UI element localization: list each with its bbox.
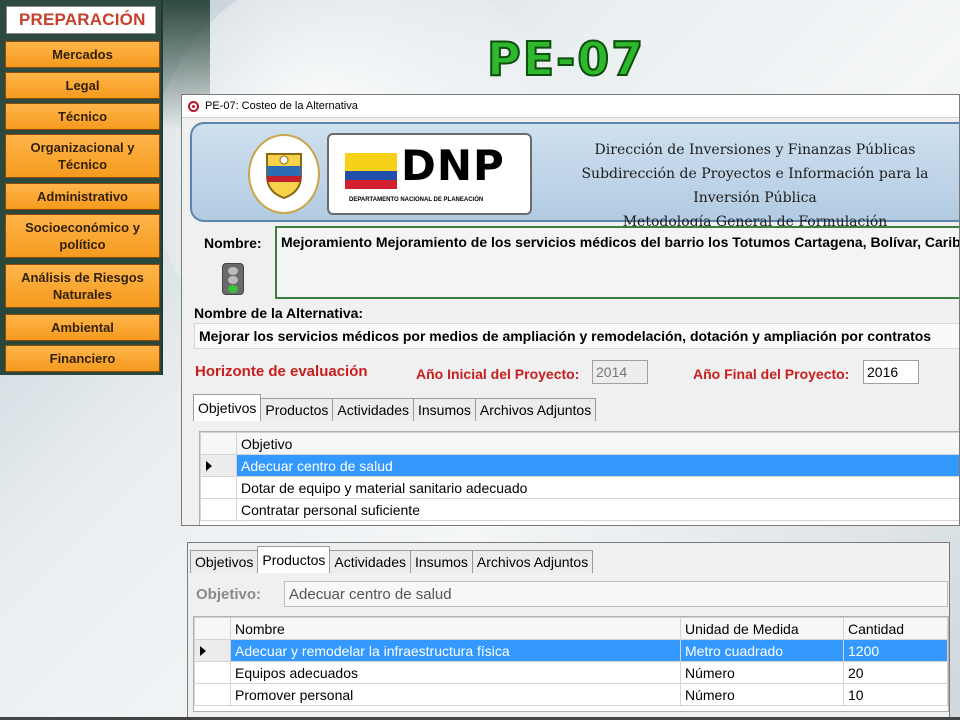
sidebar-item-riesgos[interactable]: Análisis de Riesgos Naturales: [5, 264, 160, 308]
objetivo-cell[interactable]: Adecuar centro de salud: [236, 454, 959, 477]
productos-grid: Nombre Unidad de Medida Cantidad Adecuar…: [193, 616, 949, 712]
window-titlebar: PE-07: Costeo de la Alternativa: [182, 95, 959, 118]
row-selector[interactable]: [194, 639, 231, 662]
header-banner: DNP DEPARTAMENTO NACIONAL DE PLANEACIÓN …: [190, 122, 959, 230]
sidebar-item-legal[interactable]: Legal: [5, 72, 160, 99]
dnp-logo-text: DNP: [401, 141, 505, 190]
row-selector[interactable]: [194, 661, 231, 684]
tab-objetivos-2[interactable]: Objetivos: [190, 550, 259, 573]
objetivo-cell[interactable]: Contratar personal suficiente: [236, 498, 959, 521]
unidad-cell[interactable]: Número: [680, 661, 844, 684]
table-row[interactable]: Equipos adecuados Número 20: [194, 661, 948, 684]
unidad-cell[interactable]: Número: [680, 683, 844, 706]
grid-header-row: Objetivo: [200, 432, 959, 455]
tab-productos[interactable]: Productos: [260, 398, 334, 421]
traffic-light-icon: [222, 263, 244, 295]
nombre-field[interactable]: Mejoramiento Mejoramiento de los servici…: [275, 226, 959, 299]
cantidad-cell[interactable]: 20: [843, 661, 948, 684]
nombre-label: Nombre:: [204, 235, 262, 251]
colombia-crest-icon: [248, 134, 320, 214]
header-line-2: Subdirección de Proyectos e Información …: [581, 166, 929, 206]
sidebar-item-ambiental[interactable]: Ambiental: [5, 314, 160, 341]
objetivo-field[interactable]: Adecuar centro de salud: [284, 581, 948, 607]
row-pointer-icon: [206, 460, 212, 471]
dnp-logo-subtext: DEPARTAMENTO NACIONAL DE PLANEACIÓN: [349, 197, 484, 203]
nombre-cell[interactable]: Promover personal: [230, 683, 681, 706]
tab-insumos-2[interactable]: Insumos: [410, 550, 473, 573]
sidebar-item-organizacional[interactable]: Organizacional y Técnico: [5, 134, 160, 178]
sidebar-item-administrativo[interactable]: Administrativo: [5, 183, 160, 210]
row-selector[interactable]: [200, 498, 237, 521]
row-pointer-icon: [200, 645, 206, 656]
row-selector[interactable]: [200, 476, 237, 499]
tab-bar-2: Objetivos Productos Actividades Insumos …: [190, 546, 594, 573]
tab-bar: Objetivos Productos Actividades Insumos …: [193, 394, 597, 421]
objetivo-label: Objetivo:: [196, 586, 262, 603]
row-selector[interactable]: [200, 454, 237, 477]
page-title: PE-07: [486, 31, 646, 87]
window-title: PE-07: Costeo de la Alternativa: [205, 100, 358, 112]
row-selector[interactable]: [194, 683, 231, 706]
tab-archivos-adjuntos-2[interactable]: Archivos Adjuntos: [471, 550, 594, 573]
anio-inicial-input[interactable]: [592, 360, 648, 384]
cantidad-cell[interactable]: 1200: [843, 639, 948, 662]
grid-header-row: Nombre Unidad de Medida Cantidad: [194, 617, 948, 640]
tab-actividades-2[interactable]: Actividades: [329, 550, 411, 573]
tab-insumos[interactable]: Insumos: [413, 398, 476, 421]
tab-archivos-adjuntos[interactable]: Archivos Adjuntos: [474, 398, 597, 421]
sidebar: PREPARACIÓN Mercados Legal Técnico Organ…: [0, 0, 163, 375]
anio-inicial-label: Año Inicial del Proyecto:: [416, 366, 580, 382]
column-header-cantidad[interactable]: Cantidad: [843, 617, 948, 640]
sidebar-title: PREPARACIÓN: [6, 6, 156, 34]
anio-final-input[interactable]: [863, 360, 919, 384]
tab-actividades[interactable]: Actividades: [332, 398, 414, 421]
nombre-cell[interactable]: Equipos adecuados: [230, 661, 681, 684]
header-line-1: Dirección de Inversiones y Finanzas Públ…: [594, 142, 916, 158]
column-header-unidad[interactable]: Unidad de Medida: [680, 617, 844, 640]
table-row[interactable]: Adecuar y remodelar la infraestructura f…: [194, 639, 948, 662]
objetivos-grid: Objetivo Adecuar centro de salud Dotar d…: [199, 431, 959, 525]
column-header-objetivo[interactable]: Objetivo: [236, 432, 959, 455]
sidebar-item-mercados[interactable]: Mercados: [5, 41, 160, 68]
alternativa-label: Nombre de la Alternativa:: [194, 305, 364, 321]
cantidad-cell[interactable]: 10: [843, 683, 948, 706]
sidebar-item-socioeconomico[interactable]: Socioeconómico y político: [5, 214, 160, 258]
table-row[interactable]: Adecuar centro de salud: [200, 454, 959, 477]
horizonte-label: Horizonte de evaluación: [195, 363, 368, 380]
colombia-flag-icon: [345, 153, 397, 189]
tab-productos-2[interactable]: Productos: [257, 546, 331, 573]
column-header-nombre[interactable]: Nombre: [230, 617, 681, 640]
unidad-cell[interactable]: Metro cuadrado: [680, 639, 844, 662]
dnp-logo: DNP DEPARTAMENTO NACIONAL DE PLANEACIÓN: [327, 133, 532, 215]
sidebar-item-tecnico[interactable]: Técnico: [5, 103, 160, 130]
productos-panel: Objetivos Productos Actividades Insumos …: [187, 542, 950, 720]
table-row[interactable]: Dotar de equipo y material sanitario ade…: [200, 476, 959, 499]
nombre-cell[interactable]: Adecuar y remodelar la infraestructura f…: [230, 639, 681, 662]
objetivo-cell[interactable]: Dotar de equipo y material sanitario ade…: [236, 476, 959, 499]
table-row[interactable]: Promover personal Número 10: [194, 683, 948, 706]
table-row[interactable]: Contratar personal suficiente: [200, 498, 959, 521]
app-icon: [188, 100, 199, 112]
alternativa-field[interactable]: Mejorar los servicios médicos por medios…: [194, 323, 959, 349]
costeo-window: PE-07: Costeo de la Alternativa DNP DEPA…: [181, 94, 960, 526]
anio-final-label: Año Final del Proyecto:: [693, 366, 850, 382]
tab-objetivos[interactable]: Objetivos: [193, 394, 262, 421]
sidebar-item-financiero[interactable]: Financiero: [5, 345, 160, 372]
header-text: Dirección de Inversiones y Finanzas Públ…: [550, 138, 959, 234]
